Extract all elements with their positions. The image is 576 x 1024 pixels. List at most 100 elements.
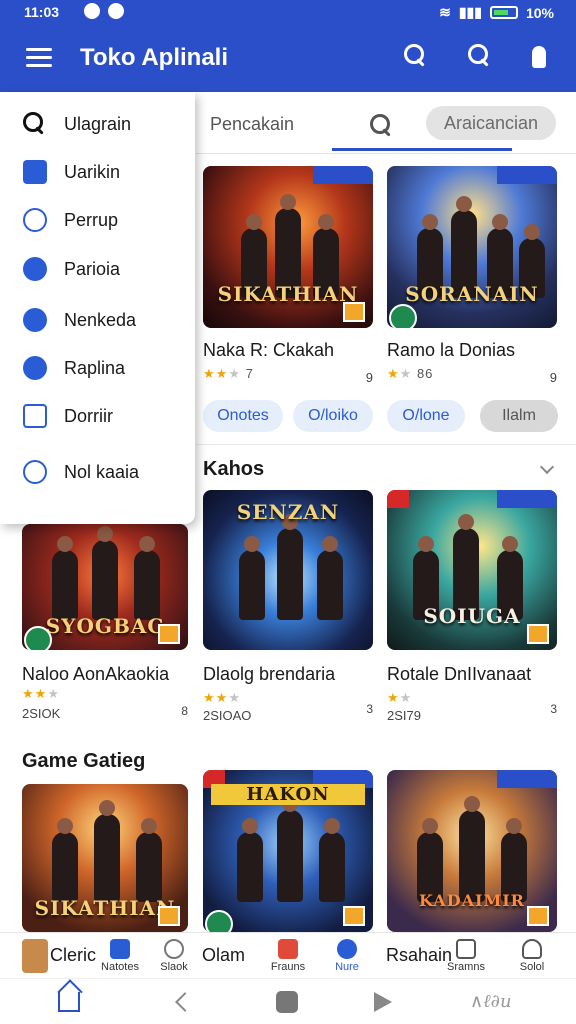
game-title: Dlaolg brendaria [203, 664, 336, 684]
tab-label: Natotes [101, 961, 139, 973]
tab-frauns[interactable]: Frauns [266, 933, 310, 979]
tab-label: Slaok [160, 961, 188, 973]
size-label: 8 [181, 704, 188, 718]
app-icon [23, 160, 47, 184]
chevron-down-icon[interactable] [539, 459, 555, 475]
game-thumbnail[interactable]: SYOGBAC [22, 524, 188, 650]
verified-icon [24, 626, 52, 650]
profile-icon [522, 939, 542, 959]
size-label: 3 [550, 702, 557, 716]
game-thumbnail[interactable]: HAKON [203, 770, 373, 932]
rating-badge-icon [158, 624, 180, 644]
tab-araicancian[interactable]: Araicancian [426, 106, 556, 140]
tab-pencakain[interactable]: Pencakain [210, 114, 294, 135]
game-thumbnail[interactable]: SORANAIN [387, 166, 557, 328]
badge-red-icon [387, 490, 409, 508]
rating-badge-icon [527, 906, 549, 926]
notification-icon [84, 3, 100, 19]
tab-rsahain[interactable]: Rsahain [386, 933, 452, 979]
game-logo: HAKON [211, 784, 365, 805]
rating-badge-icon [158, 906, 180, 926]
drawer-item-label: Ulagrain [64, 114, 132, 134]
tab-slaok[interactable]: Slaok [154, 933, 194, 979]
tab-olam[interactable]: Olam [202, 933, 262, 979]
badge-ribbon [497, 166, 557, 184]
drawer-item-nenkeda[interactable]: Nenkeda [0, 300, 195, 340]
back-icon[interactable] [175, 992, 195, 1012]
app-title: Toko Aplinali [80, 44, 228, 71]
game-thumbnail[interactable]: SOIUGA [387, 490, 557, 650]
verified-icon [205, 910, 233, 932]
game-card[interactable]: SORANAIN Ramo la Donias ★★ 86 9 [387, 166, 557, 396]
shuffle-icon [23, 356, 47, 380]
size-label: 3 [366, 702, 373, 716]
drawer-item-ulagrain[interactable]: Ulagrain [0, 104, 195, 144]
signal-icon: ▮▮▮ [458, 4, 482, 20]
drawer-item-nol-kaaia[interactable]: Nol kaaia [0, 452, 195, 492]
star-rating: ★★★ [203, 690, 241, 705]
rating-badge-icon [343, 906, 365, 926]
game-title: Naka R: Ckakah [203, 340, 335, 360]
badge-ribbon [313, 166, 373, 184]
recents-icon[interactable] [276, 991, 298, 1013]
tab-sramns[interactable]: Sramns [442, 933, 490, 979]
filter-chip[interactable]: O/loiko [293, 400, 373, 432]
download-count: 2SIOAO [203, 708, 252, 723]
game-thumbnail[interactable]: KADAIMIR [387, 770, 557, 932]
verified-icon [389, 304, 417, 328]
app-bar: Toko Aplinali [0, 24, 576, 92]
drawer-item-label: Parioia [64, 259, 121, 279]
drawer-item-parioia[interactable]: Parioia [0, 249, 195, 289]
download-count: 2SI79 [387, 708, 421, 723]
drawer-item-perrup[interactable]: Perrup [0, 200, 195, 240]
game-thumbnail[interactable]: SIKATHIAN [22, 784, 188, 932]
game-logo: SORANAIN [405, 282, 539, 306]
search-icon[interactable] [370, 114, 390, 134]
home-icon[interactable] [58, 992, 80, 1012]
notification-bell-icon[interactable] [526, 44, 554, 72]
circle-icon [23, 308, 47, 332]
drawer-item-label: Dorriir [64, 406, 113, 426]
tab-nure[interactable]: Nure [326, 933, 368, 979]
filter-chip[interactable]: O/lone [387, 400, 465, 432]
drawer-item-uarikin[interactable]: Uarikin [0, 152, 195, 192]
filter-chip[interactable]: Onotes [203, 400, 283, 432]
tab-row: Pencakain Araicancian [196, 92, 576, 154]
game-card[interactable]: KADAIMIR [387, 770, 557, 932]
search-icon[interactable] [468, 44, 496, 72]
drawer-item-label: Raplina [64, 358, 126, 378]
tab-natotes[interactable]: Natotes [98, 933, 142, 979]
search-icon[interactable] [404, 44, 432, 72]
star-rating: ★★ 86 [387, 366, 434, 381]
play-icon[interactable] [374, 992, 392, 1012]
drawer-item-dorriir[interactable]: Dorriir [0, 396, 195, 436]
screen-icon [456, 939, 476, 959]
drawer-item-raplina[interactable]: Raplina [0, 348, 195, 388]
notification-icon [108, 3, 124, 19]
menu-icon[interactable] [26, 48, 52, 68]
game-thumbnail[interactable]: SENZAN [203, 490, 373, 650]
settings-icon [23, 257, 47, 281]
game-card[interactable]: SENZAN Dlaolg brendaria ★★★ 2SIOAO 3 [203, 490, 373, 724]
game-card[interactable]: HAKON [203, 770, 373, 932]
download-count: 9 [365, 370, 373, 385]
game-card[interactable]: SOIUGA Rotale DnIIvanaat ★★ 2SI79 3 [387, 490, 557, 724]
person-icon [164, 939, 184, 959]
bottom-tab-bar: Cleric Natotes Slaok Olam Frauns Nure Rs… [0, 932, 576, 978]
tab-cleric[interactable]: Cleric [22, 933, 96, 979]
tab-solol[interactable]: Solol [512, 933, 552, 979]
rating-badge-icon [343, 302, 365, 322]
tab-label: Sramns [447, 961, 485, 973]
rating-badge-icon [527, 624, 549, 644]
status-notification-icons [84, 3, 124, 19]
game-thumbnail[interactable]: SIKATHIAN [203, 166, 373, 328]
drawer-item-label: Nol kaaia [64, 462, 140, 482]
filter-chip[interactable]: Ilalm [480, 400, 558, 432]
game-card[interactable]: SIKATHIAN Naka R: Ckakah ★★★ 7 9 [203, 166, 373, 396]
game-logo: SIKATHIAN [217, 282, 359, 306]
game-card[interactable]: SYOGBAC Naloo AonAkaokia ★★★ 2SIOK 8 [22, 524, 188, 724]
system-nav-bar: ∧ℓ∂u [0, 978, 576, 1024]
game-card[interactable]: SIKATHIAN [22, 784, 188, 932]
tab-label: Cleric [50, 945, 97, 965]
assistant-icon[interactable]: ∧ℓ∂u [470, 991, 512, 1012]
